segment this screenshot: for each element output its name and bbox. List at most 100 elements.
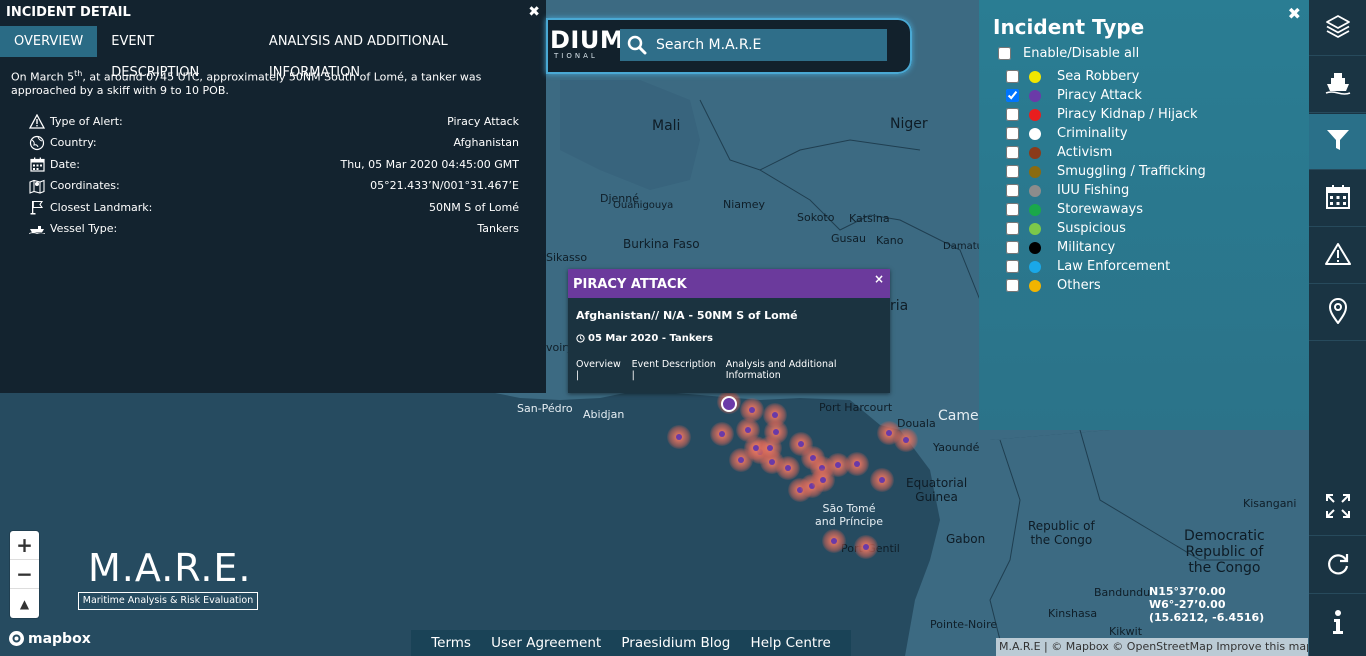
- search-box[interactable]: [620, 29, 887, 61]
- incident-type-color-dot: [1029, 222, 1041, 235]
- label-sao-tome: São Tomé and Príncipe: [815, 502, 884, 528]
- detail-row-country: Country: Afghanistan: [28, 132, 519, 154]
- layers-button[interactable]: [1309, 0, 1366, 56]
- incident-type-checkbox[interactable]: [1006, 260, 1019, 273]
- incident-type-item[interactable]: Law Enforcement: [1006, 257, 1206, 276]
- incident-type-item[interactable]: Piracy Kidnap / Hijack: [1006, 105, 1206, 124]
- incident-type-item[interactable]: IUU Fishing: [1006, 181, 1206, 200]
- enable-all-label: Enable/Disable all: [1023, 46, 1140, 61]
- incident-marker[interactable]: [667, 425, 691, 449]
- calendar-button[interactable]: [1309, 171, 1366, 227]
- incident-marker[interactable]: [894, 428, 918, 452]
- incident-type-color-dot: [1029, 127, 1041, 140]
- incident-marker[interactable]: [870, 468, 894, 492]
- close-icon[interactable]: ×: [874, 272, 884, 286]
- search-input[interactable]: [656, 37, 876, 53]
- popup-link-event-description[interactable]: Event Description |: [632, 359, 720, 381]
- globe-icon: [28, 135, 46, 151]
- incident-type-item[interactable]: Suspicious: [1006, 219, 1206, 238]
- incident-type-checkbox[interactable]: [1006, 279, 1019, 292]
- label-niger: Niger: [890, 116, 928, 132]
- incident-marker-dot: [773, 429, 779, 435]
- label-nigeria-fragment: ria: [890, 298, 909, 314]
- incident-marker[interactable]: [845, 452, 869, 476]
- refresh-button[interactable]: [1309, 538, 1366, 594]
- incident-marker[interactable]: [854, 535, 878, 559]
- incident-marker[interactable]: [822, 529, 846, 553]
- coord-lat: N15°37’0.00: [1149, 585, 1226, 598]
- incident-type-item[interactable]: Storewaways: [1006, 200, 1206, 219]
- incident-type-item[interactable]: Activism: [1006, 143, 1206, 162]
- selected-incident-marker[interactable]: [721, 396, 737, 412]
- incident-type-checkbox[interactable]: [1006, 203, 1019, 216]
- incident-marker[interactable]: [811, 468, 835, 492]
- incident-type-item[interactable]: Criminality: [1006, 124, 1206, 143]
- tab-overview[interactable]: OVERVIEW: [0, 26, 98, 57]
- incident-type-checkbox[interactable]: [1006, 127, 1019, 140]
- footer-link-blog[interactable]: Praesidium Blog: [621, 635, 730, 651]
- incident-type-item[interactable]: Sea Robbery: [1006, 67, 1206, 86]
- incident-type-checkbox[interactable]: [1006, 241, 1019, 254]
- tab-event-description[interactable]: EVENT DESCRIPTION: [97, 26, 255, 80]
- footer-link-help[interactable]: Help Centre: [751, 635, 831, 651]
- popup-link-analysis[interactable]: Analysis and Additional Information: [726, 359, 890, 381]
- ship-icon: [28, 221, 46, 237]
- mare-logo-title: M.A.R.E.: [88, 546, 252, 590]
- incident-type-item[interactable]: Piracy Attack: [1006, 86, 1206, 105]
- incident-type-item[interactable]: Smuggling / Trafficking: [1006, 162, 1206, 181]
- incident-marker-dot: [831, 538, 837, 544]
- footer-link-user-agreement[interactable]: User Agreement: [491, 635, 601, 651]
- incident-type-checkbox[interactable]: [1006, 222, 1019, 235]
- incident-type-checkbox[interactable]: [1006, 108, 1019, 121]
- enable-all-toggle[interactable]: Enable/Disable all: [998, 46, 1139, 61]
- vessel-button[interactable]: [1309, 57, 1366, 113]
- zoom-in-button[interactable]: +: [10, 531, 39, 560]
- calendar-icon: [28, 156, 46, 172]
- mapbox-logo[interactable]: mapbox: [8, 630, 91, 647]
- close-icon[interactable]: ✖: [1288, 4, 1301, 23]
- label-drc: Democratic Republic of the Congo: [1184, 528, 1265, 576]
- compass-button[interactable]: ▲: [10, 589, 39, 618]
- description-text-start: On March 5: [11, 70, 75, 84]
- incident-type-checkbox[interactable]: [1006, 146, 1019, 159]
- mapbox-icon: [8, 630, 25, 647]
- location-button[interactable]: [1309, 285, 1366, 341]
- layers-icon: [1325, 13, 1351, 43]
- label-ouahigouya: Ouahigouya: [613, 200, 674, 211]
- zoom-out-button[interactable]: −: [10, 560, 39, 589]
- close-icon[interactable]: ✖: [528, 4, 540, 20]
- footer-link-terms[interactable]: Terms: [431, 635, 471, 651]
- incident-type-item[interactable]: Militancy: [1006, 238, 1206, 257]
- incident-type-item[interactable]: Others: [1006, 276, 1206, 295]
- label-gabon: Gabon: [946, 532, 986, 546]
- incident-type-checkbox[interactable]: [1006, 184, 1019, 197]
- incident-type-color-dot: [1029, 184, 1041, 197]
- incident-marker-dot: [738, 457, 744, 463]
- map-attribution[interactable]: M.A.R.E | © Mapbox © OpenStreetMap Impro…: [996, 638, 1308, 656]
- label-pointe-noire: Pointe-Noire: [930, 618, 998, 631]
- incident-type-checkbox[interactable]: [1006, 165, 1019, 178]
- alerts-button[interactable]: [1309, 228, 1366, 284]
- incident-type-color-dot: [1029, 165, 1041, 178]
- incident-marker-dot: [745, 427, 751, 433]
- detail-tabs: OVERVIEW EVENT DESCRIPTION ANALYSIS AND …: [0, 26, 546, 80]
- incident-type-label: Sea Robbery: [1057, 69, 1140, 84]
- detail-value: Thu, 05 Mar 2020 04:45:00 GMT: [340, 157, 519, 171]
- info-button[interactable]: [1309, 596, 1366, 652]
- incident-marker[interactable]: [710, 422, 734, 446]
- enable-all-checkbox[interactable]: [998, 47, 1011, 60]
- fullscreen-button[interactable]: [1309, 480, 1366, 536]
- popup-links: Overview | Event Description | Analysis …: [576, 359, 890, 381]
- calendar-icon: [1325, 184, 1351, 214]
- incident-marker[interactable]: [758, 436, 782, 460]
- incident-type-checkbox[interactable]: [1006, 70, 1019, 83]
- incident-type-color-dot: [1029, 241, 1041, 254]
- search-icon[interactable]: [626, 34, 648, 56]
- incident-marker[interactable]: [776, 456, 800, 480]
- incident-type-label: Storewaways: [1057, 202, 1144, 217]
- filter-button[interactable]: [1309, 114, 1366, 170]
- tab-analysis[interactable]: ANALYSIS AND ADDITIONAL INFORMATION: [255, 26, 546, 80]
- popup-link-overview[interactable]: Overview |: [576, 359, 626, 381]
- warning-icon: [1324, 242, 1351, 270]
- incident-type-checkbox[interactable]: [1006, 89, 1019, 102]
